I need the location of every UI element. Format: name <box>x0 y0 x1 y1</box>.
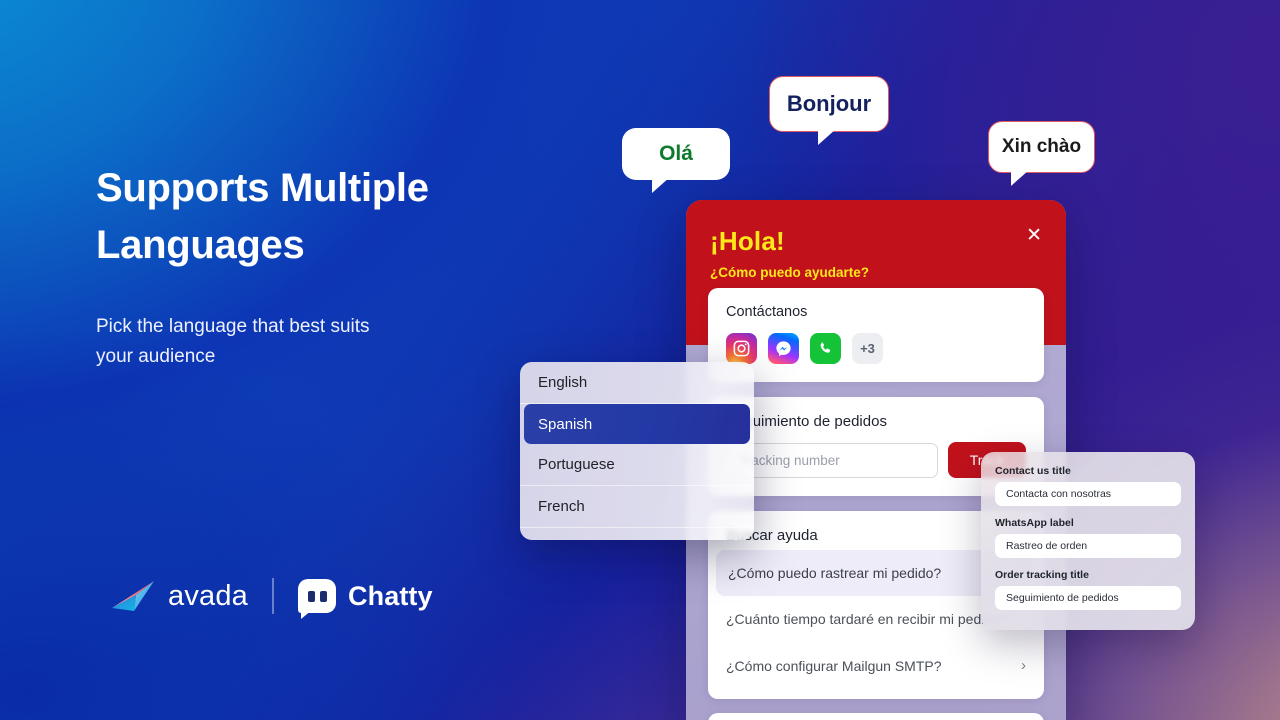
speech-bubble-text: Xin chào <box>1001 136 1082 157</box>
brand-row: avada Chatty <box>110 578 433 619</box>
speech-bubble-text: Bonjour <box>786 91 872 116</box>
more-channels-badge[interactable]: +3 <box>852 333 883 364</box>
contact-card: Contáctanos +3 <box>708 288 1044 382</box>
faq-item-label: ¿Cuánto tiempo tardaré en recibir mi ped… <box>726 611 1008 627</box>
chevron-right-icon: › <box>1021 657 1026 674</box>
chatty-logo: Chatty <box>298 579 433 619</box>
speech-bubble-ola: Olá <box>622 128 730 193</box>
order-tracking-title: Seguimiento de pedidos <box>726 413 887 430</box>
hero-copy: Supports Multiple Languages Pick the lan… <box>96 160 566 372</box>
hero-subcopy: Pick the language that best suits your a… <box>96 312 566 372</box>
phone-icon[interactable] <box>810 333 841 364</box>
chat-bubble-icon <box>298 579 337 619</box>
faq-item-label: ¿Cómo puedo rastrear mi pedido? <box>728 565 942 581</box>
instagram-icon[interactable] <box>726 333 757 364</box>
close-icon[interactable]: ✕ <box>1026 226 1042 245</box>
widget-bottom-card <box>708 713 1044 720</box>
subcopy-line-1: Pick the language that best suits <box>96 315 370 337</box>
translation-settings-panel: Contact us title Contacta con nosotras W… <box>981 452 1195 630</box>
language-dropdown[interactable]: English Spanish Portuguese French <box>520 362 754 540</box>
speech-bubble-xinchao: Xin chào <box>988 121 1095 186</box>
contact-card-label: Contáctanos <box>726 304 808 320</box>
widget-greeting-title: ¡Hola! <box>710 226 785 256</box>
brand-divider <box>272 578 275 614</box>
headline-line-1: Supports Multiple <box>96 166 429 210</box>
speech-bubble-text: Olá <box>659 142 693 165</box>
page-title: Supports Multiple Languages <box>96 160 566 274</box>
whatsapp-label-input[interactable]: Rastreo de orden <box>995 534 1181 558</box>
speech-bubble-bonjour: Bonjour <box>769 76 889 145</box>
order-tracking-title-label: Order tracking title <box>995 569 1089 581</box>
social-channel-row: +3 <box>726 333 1026 364</box>
chatty-wordmark: Chatty <box>348 580 433 611</box>
widget-greeting-subtitle: ¿Cómo puedo ayudarte? <box>710 265 870 280</box>
subcopy-line-2: your audience <box>96 345 216 367</box>
language-option-spanish[interactable]: Spanish <box>524 404 750 444</box>
language-option-english[interactable]: English <box>520 362 754 404</box>
tracking-number-input[interactable]: Tracking number <box>726 442 938 478</box>
contact-us-title-label: Contact us title <box>995 465 1071 477</box>
headline-line-2: Languages <box>96 222 305 267</box>
faq-item-label: ¿Cómo configurar Mailgun SMTP? <box>726 657 942 674</box>
language-option-french[interactable]: French <box>520 486 754 528</box>
whatsapp-label-label: WhatsApp label <box>995 517 1074 529</box>
language-option-portuguese[interactable]: Portuguese <box>520 444 754 486</box>
avada-wordmark: avada <box>168 579 249 612</box>
faq-item[interactable]: ¿Cómo configurar Mailgun SMTP? › <box>708 642 1044 689</box>
avada-logo: avada <box>110 578 248 614</box>
contact-us-title-input[interactable]: Contacta con nosotras <box>995 482 1181 506</box>
order-tracking-title-input[interactable]: Seguimiento de pedidos <box>995 586 1181 610</box>
avada-mark-icon <box>112 581 154 611</box>
messenger-icon[interactable] <box>768 333 799 364</box>
